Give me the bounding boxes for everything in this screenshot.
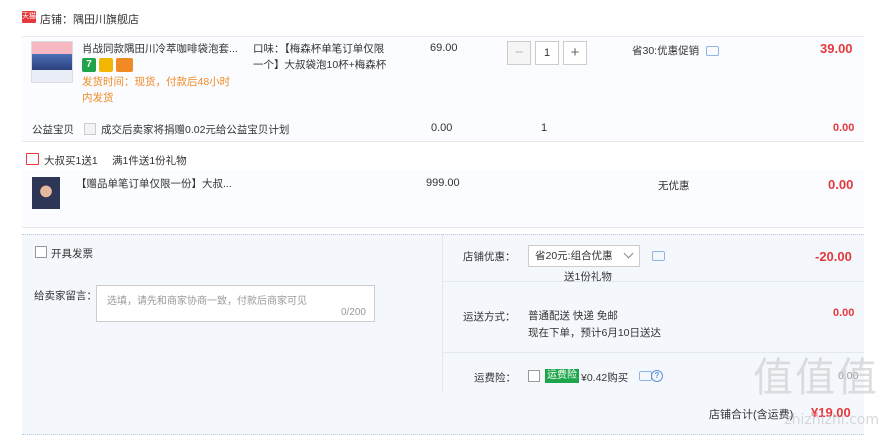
product-thumbnail[interactable] (31, 41, 73, 83)
service-tags: 7 (82, 58, 136, 72)
gift-price: 999.00 (426, 177, 460, 189)
quantity-input[interactable]: 1 (535, 41, 559, 65)
panel-divider (442, 281, 864, 282)
discount-selected: 省20元:组合优惠 (535, 250, 613, 262)
watermark-url: zhizhizhi.com (784, 412, 879, 428)
insurance-label: 运费险： (474, 372, 516, 384)
charity-text: 成交后卖家将捐赠0.02元给公益宝贝计划 (101, 124, 290, 136)
invoice-label[interactable]: 开具发票 (51, 246, 93, 261)
increase-button[interactable]: + (563, 41, 587, 65)
insurance-checkbox[interactable] (528, 370, 540, 382)
insurance-badge: 运费险 (545, 369, 579, 383)
delivery-eta: 现在下单，预计6月10日送达 (528, 327, 662, 339)
guarantee-icon (99, 58, 113, 72)
delivery-label: 运送方式： (463, 311, 516, 323)
panel-divider (442, 234, 443, 391)
product-title-link[interactable]: 肖战同款隅田川冷萃咖啡袋泡套... (82, 41, 242, 57)
promo-text: 省30:优惠促销 (632, 45, 700, 57)
discount-gift-note: 送1份礼物 (564, 271, 612, 283)
charity-subtotal: 0.00 (833, 122, 855, 134)
gift-promo-status: 无优惠 (658, 180, 690, 192)
quantity-stepper: − 1 + (507, 41, 587, 65)
tmall-icon: 天猫 (22, 11, 36, 23)
unit-price: 69.00 (430, 42, 458, 54)
item-subtotal: 39.00 (820, 41, 853, 56)
delivery-fee: 0.00 (833, 307, 855, 319)
watermark: 值值值 (753, 355, 879, 401)
charity-checkbox[interactable] (84, 123, 96, 135)
product-flavor: 口味：【梅森杯单笔订单仅限一个】大叔袋泡10杯+梅森杯 (253, 43, 387, 71)
shop-name-link[interactable]: 店铺：隅田川旗舰店 (40, 11, 139, 27)
message-textarea[interactable]: 选填，请先和商家协商一致，付款后商家可见 0/200 (96, 285, 375, 322)
total-label: 店铺合计(含运费) (709, 409, 794, 421)
credit-card-icon (116, 58, 133, 72)
delivery-method: 普通配送 快递 免邮 (528, 310, 618, 322)
chat-icon[interactable] (706, 46, 719, 56)
shipping-time-note: 发货时间：现货，付款后48小时内发货 (82, 76, 231, 104)
discount-select[interactable]: 省20元:组合优惠 (528, 245, 640, 267)
insurance-price: ¥0.42购买 (581, 372, 629, 384)
message-placeholder: 选填，请先和商家协商一致，付款后商家可见 (107, 296, 307, 307)
gift-promo-text: 满1件送1份礼物 (112, 155, 187, 167)
charity-quantity: 1 (541, 122, 548, 134)
gift-title-link[interactable]: 【赠品单笔订单仅限一份】大叔... (76, 176, 236, 192)
charity-label: 公益宝贝 (32, 124, 74, 136)
gift-promo-label: 大叔买1送1 (44, 155, 98, 167)
decrease-button[interactable]: − (507, 41, 531, 65)
seven-day-return-icon: 7 (82, 58, 96, 72)
gift-icon (26, 153, 39, 165)
gift-subtotal: 0.00 (828, 177, 854, 192)
discount-amount: -20.00 (815, 249, 852, 264)
message-counter: 0/200 (340, 307, 366, 318)
help-icon[interactable]: ? (651, 370, 663, 382)
charity-price: 0.00 (431, 122, 453, 134)
message-label: 给卖家留言： (34, 290, 97, 302)
gift-thumbnail[interactable] (32, 177, 60, 209)
discount-label: 店铺优惠： (463, 251, 516, 263)
chat-icon[interactable] (652, 251, 665, 261)
chevron-down-icon (623, 248, 634, 259)
invoice-checkbox[interactable] (35, 246, 47, 258)
